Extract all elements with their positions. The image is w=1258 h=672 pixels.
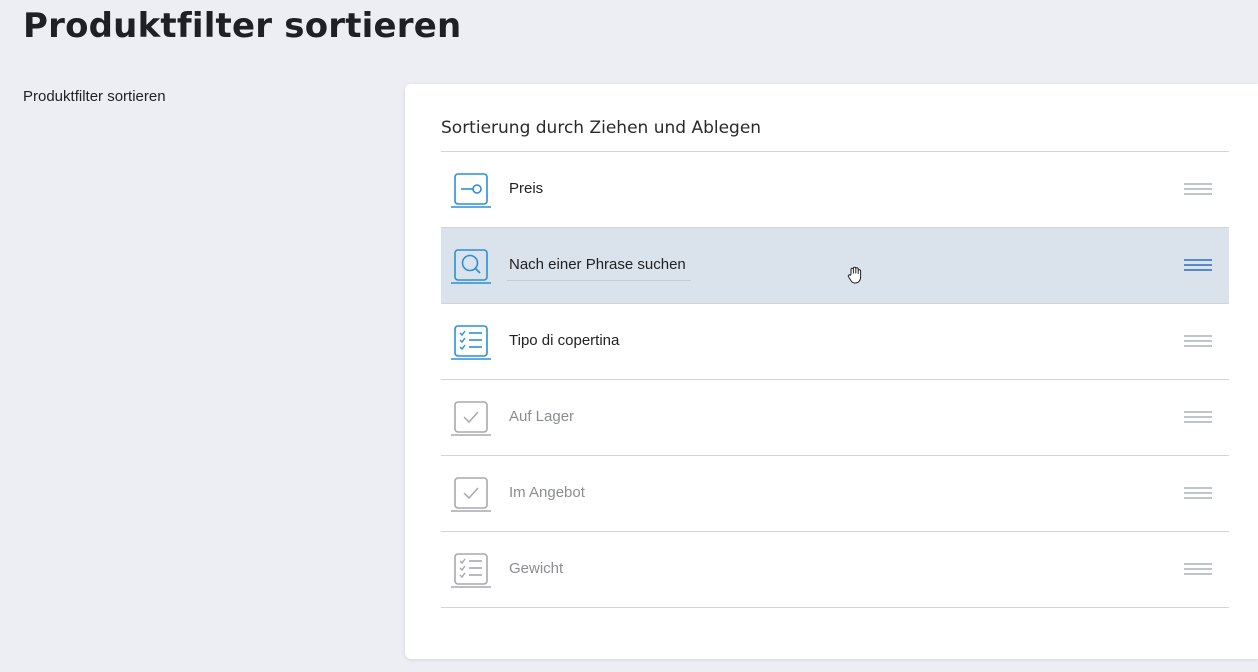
filter-sort-card: Sortierung durch Ziehen und Ablegen Prei… — [405, 84, 1258, 659]
drag-handle-icon[interactable] — [1184, 410, 1212, 424]
list-item-gewicht[interactable]: Gewicht — [441, 532, 1229, 608]
grab-hand-icon — [847, 266, 862, 284]
drag-handle-icon[interactable] — [1184, 562, 1212, 576]
card-title: Sortierung durch Ziehen und Ablegen — [441, 118, 762, 138]
checkbox-icon — [451, 401, 491, 436]
list-item-im-angebot[interactable]: Im Angebot — [441, 456, 1229, 532]
filter-list: Preis Nach einer Phrase suchen Tipo di c… — [441, 151, 1229, 608]
search-icon — [451, 249, 491, 284]
side-label: Produktfilter sortieren — [23, 88, 166, 105]
list-item-tipo-di-copertina[interactable]: Tipo di copertina — [441, 304, 1229, 380]
drag-handle-icon[interactable] — [1184, 334, 1212, 348]
list-item-label: Gewicht — [509, 560, 564, 577]
drag-handle-icon[interactable] — [1184, 182, 1212, 196]
checkbox-icon — [451, 477, 491, 512]
list-item-preis[interactable]: Preis — [441, 152, 1229, 228]
list-item-label: Preis — [509, 180, 544, 197]
list-item-label: Auf Lager — [509, 408, 575, 425]
checklist-icon — [451, 325, 491, 360]
slider-icon — [451, 173, 491, 208]
page-title: Produktfilter sortieren — [23, 6, 462, 46]
list-item-label: Im Angebot — [509, 484, 585, 501]
label-underline — [507, 280, 691, 281]
checklist-icon — [451, 553, 491, 588]
list-item-auf-lager[interactable]: Auf Lager — [441, 380, 1229, 456]
list-item-phrase-search[interactable]: Nach einer Phrase suchen — [441, 228, 1229, 304]
list-item-label: Nach einer Phrase suchen — [509, 256, 686, 273]
list-item-label: Tipo di copertina — [509, 332, 620, 349]
drag-handle-icon[interactable] — [1184, 486, 1212, 500]
drag-handle-icon[interactable] — [1184, 258, 1212, 272]
